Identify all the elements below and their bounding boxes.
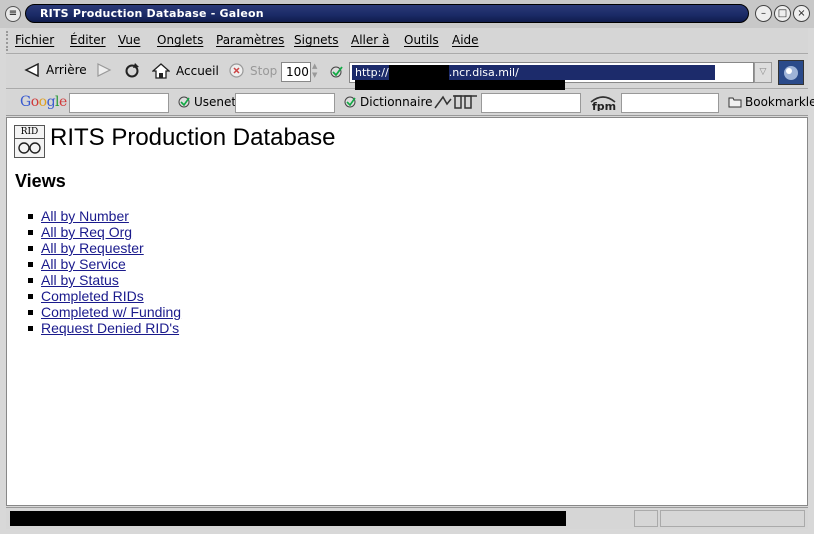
view-link-all-by-req-org[interactable]: All by Req Org bbox=[41, 224, 132, 240]
menu-vue[interactable]: Vue bbox=[118, 33, 140, 47]
list-item: Request Denied RID's bbox=[27, 320, 181, 336]
google-search-input[interactable] bbox=[69, 93, 169, 113]
forward-arrow-icon bbox=[97, 63, 112, 77]
menu-signets[interactable]: Signets bbox=[294, 33, 339, 47]
view-link-completed-rids[interactable]: Completed RIDs bbox=[41, 288, 144, 304]
title-bar: ≡ RITS Production Database - Galeon – □ … bbox=[0, 0, 814, 28]
list-item: All by Number bbox=[27, 208, 181, 224]
dictionary-icon bbox=[344, 96, 356, 107]
usenet-label: Usenet bbox=[194, 95, 237, 109]
menu-outils[interactable]: Outils bbox=[404, 33, 439, 47]
sourceforge-button[interactable] bbox=[433, 94, 479, 110]
status-progress-panel bbox=[660, 510, 805, 527]
zoom-spinner-arrows[interactable]: ▲ ▼ bbox=[312, 62, 322, 82]
menu-aller-a[interactable]: Aller à bbox=[351, 33, 389, 47]
minimize-icon[interactable]: – bbox=[755, 5, 772, 22]
menubar-grip[interactable] bbox=[6, 31, 10, 51]
back-label: Arrière bbox=[46, 63, 87, 77]
list-item: All by Status bbox=[27, 272, 181, 288]
view-link-all-by-service[interactable]: All by Service bbox=[41, 256, 126, 272]
zoom-spinner[interactable]: 100 bbox=[281, 62, 311, 82]
back-button[interactable]: Arrière bbox=[24, 63, 87, 77]
list-item: Completed RIDs bbox=[27, 288, 181, 304]
url-prefix: http:// bbox=[355, 66, 389, 79]
views-list: All by Number All by Req Org All by Requ… bbox=[27, 208, 181, 336]
url-selected-text: http:// .ncr.disa.mil/ bbox=[352, 65, 715, 95]
freshmeat-search-input[interactable] bbox=[621, 93, 719, 113]
navigation-toolbar: Arrière Accueil Stop 100 ▲ ▼ http:// .ncr.… bbox=[6, 55, 808, 95]
window-title: RITS Production Database - Galeon bbox=[40, 7, 264, 20]
url-redacted-host bbox=[388, 65, 449, 80]
menu-editer[interactable]: Éditer bbox=[70, 33, 106, 47]
security-check-icon bbox=[330, 66, 343, 78]
glasses-icon bbox=[18, 142, 41, 154]
view-link-request-denied[interactable]: Request Denied RID's bbox=[41, 320, 179, 336]
view-link-all-by-requester[interactable]: All by Requester bbox=[41, 240, 144, 256]
menu-onglets[interactable]: Onglets bbox=[157, 33, 203, 47]
fpm-logo-icon: fpm bbox=[590, 96, 616, 111]
menu-fichier[interactable]: Fichier bbox=[15, 33, 54, 47]
list-item: All by Service bbox=[27, 256, 181, 272]
forward-button[interactable] bbox=[96, 63, 112, 77]
stop-button[interactable]: Stop bbox=[229, 63, 277, 78]
page-info-icon[interactable] bbox=[329, 65, 345, 79]
sourceforge-search-input[interactable] bbox=[481, 93, 581, 113]
search-toolbar: Google Usenet Dictionnaire fpm Bookmarkl… bbox=[6, 90, 814, 116]
dictionary-button[interactable]: Dictionnaire bbox=[344, 95, 433, 109]
galeon-logo-icon bbox=[784, 66, 798, 80]
home-icon bbox=[152, 63, 170, 79]
usenet-search-input[interactable] bbox=[235, 93, 335, 113]
list-item: All by Requester bbox=[27, 240, 181, 256]
reload-button[interactable] bbox=[124, 63, 140, 79]
url-field[interactable]: http:// .ncr.disa.mil/ bbox=[349, 62, 754, 95]
close-icon[interactable]: × bbox=[793, 5, 810, 22]
title-strip[interactable]: RITS Production Database - Galeon bbox=[25, 4, 749, 23]
home-label: Accueil bbox=[176, 64, 219, 78]
url-visible-part: .ncr.disa.mil/ bbox=[448, 66, 519, 79]
list-item: All by Req Org bbox=[27, 224, 181, 240]
reload-icon bbox=[125, 63, 139, 78]
back-arrow-icon bbox=[24, 63, 39, 77]
home-button[interactable]: Accueil bbox=[152, 63, 219, 79]
status-text-redacted bbox=[10, 511, 566, 526]
bookmarklets-folder[interactable]: Bookmarkle bbox=[728, 95, 814, 109]
dictionary-label: Dictionnaire bbox=[360, 95, 433, 109]
menu-parametres[interactable]: Paramètres bbox=[216, 33, 284, 47]
view-link-all-by-status[interactable]: All by Status bbox=[41, 272, 119, 288]
view-link-all-by-number[interactable]: All by Number bbox=[41, 208, 129, 224]
status-security-panel bbox=[634, 510, 658, 527]
usenet-icon bbox=[178, 96, 190, 107]
stop-icon bbox=[229, 63, 244, 78]
views-heading: Views bbox=[15, 171, 66, 191]
page-viewport[interactable]: RID RITS Production Database Views All b… bbox=[6, 117, 808, 506]
fpm-label: fpm bbox=[592, 100, 616, 111]
window-menu-icon[interactable]: ≡ bbox=[5, 6, 21, 22]
freshmeat-button[interactable]: fpm bbox=[588, 94, 618, 111]
activity-throbber[interactable] bbox=[778, 60, 804, 85]
logo-text: RID bbox=[15, 126, 44, 139]
menu-aide[interactable]: Aide bbox=[452, 33, 479, 47]
view-link-completed-funding[interactable]: Completed w/ Funding bbox=[41, 304, 181, 320]
rid-logo: RID bbox=[14, 125, 45, 158]
stop-label: Stop bbox=[250, 63, 278, 78]
maximize-icon[interactable]: □ bbox=[774, 5, 791, 22]
google-logo[interactable]: Google bbox=[20, 94, 67, 110]
page-title: RITS Production Database bbox=[50, 124, 336, 151]
sourceforge-logo-icon bbox=[434, 95, 477, 109]
url-history-dropdown[interactable]: ▽ bbox=[754, 62, 772, 83]
bookmarklets-label: Bookmarkle bbox=[745, 95, 814, 109]
menu-bar: Fichier Éditer Vue Onglets Paramètres Si… bbox=[6, 28, 808, 54]
status-bar bbox=[6, 507, 808, 529]
usenet-button[interactable]: Usenet bbox=[178, 95, 236, 109]
list-item: Completed w/ Funding bbox=[27, 304, 181, 320]
folder-icon bbox=[728, 97, 742, 108]
